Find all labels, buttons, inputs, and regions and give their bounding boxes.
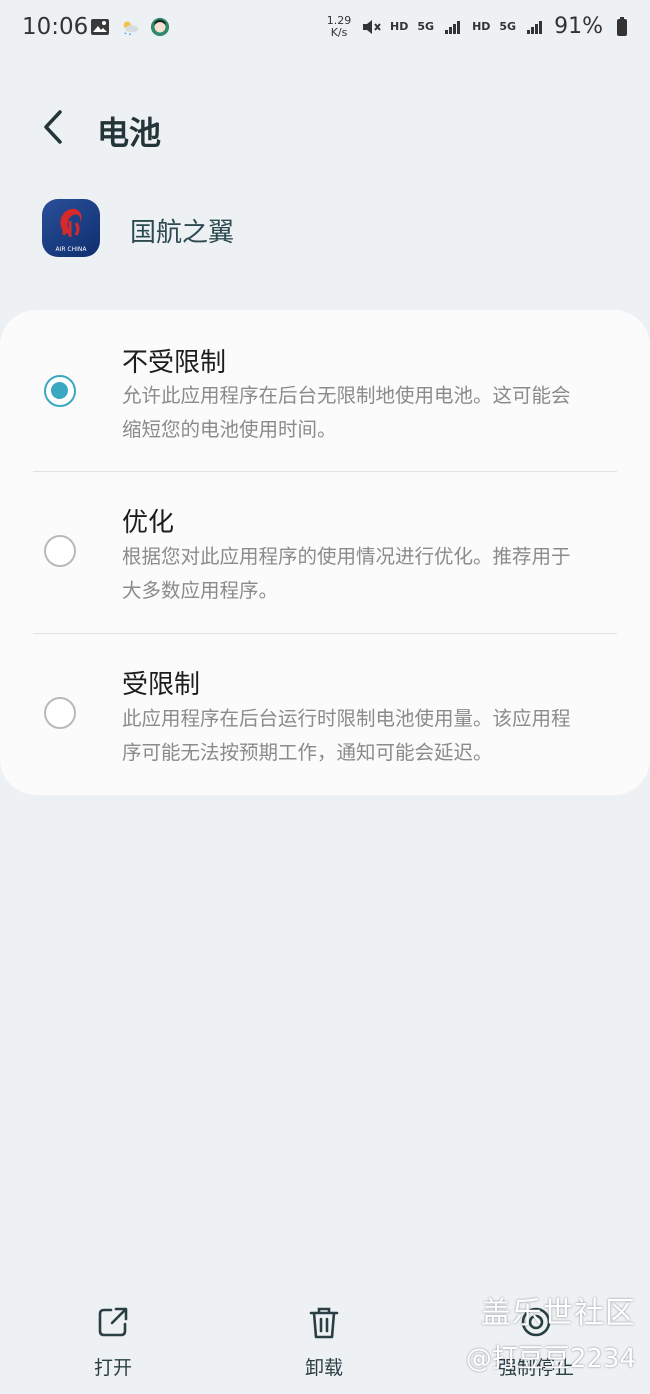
weather-icon [120,17,140,37]
status-bar: 10:06 1.29 K/s HD 5G HD 5G 91% [0,0,650,58]
signal-icon [443,17,463,37]
battery-percent: 91% [554,14,603,39]
trash-icon [309,1307,339,1339]
battery-icon [612,16,632,37]
option-restricted[interactable]: 受限制 此应用程序在后台运行时限制电池使用量。该应用程序可能无法按预期工作，通知… [0,634,650,794]
5g-label-2: 5G [499,20,517,33]
hd-label: HD [390,20,409,33]
chevron-left-icon [44,110,62,144]
back-button[interactable] [38,106,70,148]
uninstall-label: 卸载 [304,1357,343,1379]
option-unrestricted[interactable]: 不受限制 允许此应用程序在后台无限制地使用电池。这可能会缩短您的电池使用时间。 [0,310,650,470]
status-time: 10:06 [22,14,89,40]
option-description: 允许此应用程序在后台无限制地使用电池。这可能会缩短您的电池使用时间。 [122,384,571,441]
watermark: 盖乐世社区 @打豆豆2234 [466,1288,636,1375]
app-icon-label: AIR CHINA [55,246,87,253]
app-icon: AIR CHINA [42,199,100,257]
radio-unrestricted[interactable] [44,375,76,407]
status-right: 1.29 K/s HD 5G HD 5G 91% [326,14,632,39]
open-label: 打开 [93,1357,132,1379]
network-speed-unit: K/s [330,25,348,39]
page-title: 电池 [97,114,162,152]
gallery-icon [90,17,110,37]
watermark-line1: 盖乐世社区 [481,1296,636,1331]
network-speed-value: 1.29 [326,13,352,27]
avatar-icon [150,17,170,37]
option-title: 受限制 [122,670,201,700]
open-external-icon [98,1307,128,1337]
notification-icons [90,17,170,37]
radio-restricted[interactable] [44,697,76,729]
uninstall-button[interactable]: 卸载 [279,1305,369,1380]
option-description: 此应用程序在后台运行时限制电池使用量。该应用程序可能无法按预期工作，通知可能会延… [122,707,571,764]
open-button[interactable]: 打开 [68,1305,158,1380]
option-title: 优化 [122,508,175,538]
network-speed: 1.29 K/s [326,13,352,39]
option-title: 不受限制 [122,348,227,378]
app-name: 国航之翼 [130,218,235,248]
hd-label-2: HD [472,20,491,33]
battery-options-card: 不受限制 允许此应用程序在后台无限制地使用电池。这可能会缩短您的电池使用时间。 … [0,310,650,795]
signal-icon-2 [525,17,545,37]
5g-label: 5G [417,20,435,33]
watermark-line2: @打豆豆2234 [465,1344,636,1374]
option-optimized[interactable]: 优化 根据您对此应用程序的使用情况进行优化。推荐用于大多数应用程序。 [0,472,650,632]
mute-icon [361,17,381,37]
option-description: 根据您对此应用程序的使用情况进行优化。推荐用于大多数应用程序。 [122,545,571,602]
radio-optimized[interactable] [44,535,76,567]
